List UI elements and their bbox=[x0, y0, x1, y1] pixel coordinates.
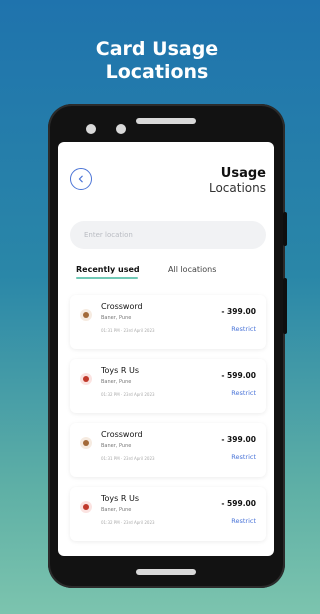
home-indicator bbox=[136, 569, 196, 575]
front-camera bbox=[86, 124, 96, 134]
restrict-button[interactable]: Restrict bbox=[231, 517, 256, 525]
page-subtitle: Locations bbox=[208, 181, 266, 195]
store-name: Toys R Us bbox=[101, 494, 139, 503]
store-location: Baner, Pune bbox=[101, 379, 132, 385]
tab-recently-used[interactable]: Recently used bbox=[76, 264, 140, 276]
store-name: Crossword bbox=[101, 302, 143, 311]
bookstore-icon bbox=[80, 309, 92, 321]
headline-line-2: Locations bbox=[105, 61, 209, 83]
bookstore-icon bbox=[80, 437, 92, 449]
store-location: Baner, Pune bbox=[101, 315, 132, 321]
restrict-button[interactable]: Restrict bbox=[231, 325, 256, 333]
toy-store-icon bbox=[80, 373, 92, 385]
app-screen: Usage Locations Recently used All locati… bbox=[58, 142, 274, 556]
earpiece-speaker bbox=[136, 118, 196, 124]
transaction-amount: - 599.00 bbox=[221, 499, 256, 508]
restrict-button[interactable]: Restrict bbox=[231, 453, 256, 461]
transaction-card[interactable]: Toys R Us Baner, Pune 01:32 PM · 23rd Apri… bbox=[70, 359, 266, 413]
store-name: Toys R Us bbox=[101, 366, 139, 375]
headline-line-1: Card Usage bbox=[95, 38, 219, 60]
transaction-datetime: 01:32 PM · 23rd April 2023 bbox=[101, 392, 155, 397]
power-button bbox=[283, 278, 287, 334]
transaction-amount: - 599.00 bbox=[221, 371, 256, 380]
transaction-amount: - 399.00 bbox=[221, 435, 256, 444]
transaction-card[interactable]: Toys R Us Baner, Pune 01:32 PM · 23rd Apri… bbox=[70, 487, 266, 541]
chevron-left-icon bbox=[78, 175, 83, 183]
transaction-datetime: 01:32 PM · 23rd April 2023 bbox=[101, 520, 155, 525]
tab-all-locations[interactable]: All locations bbox=[168, 264, 216, 276]
front-sensor bbox=[116, 124, 126, 134]
restrict-button[interactable]: Restrict bbox=[231, 389, 256, 397]
transaction-datetime: 01:31 PM · 23rd April 2023 bbox=[101, 328, 155, 333]
active-tab-indicator bbox=[76, 277, 138, 279]
transaction-amount: - 399.00 bbox=[221, 307, 256, 316]
store-location: Baner, Pune bbox=[101, 443, 132, 449]
location-search-input[interactable] bbox=[70, 221, 266, 249]
back-button[interactable] bbox=[70, 168, 92, 190]
transaction-datetime: 01:31 PM · 23rd April 2023 bbox=[101, 456, 155, 461]
page-title: Usage bbox=[220, 166, 266, 181]
volume-button bbox=[283, 212, 287, 246]
store-location: Baner, Pune bbox=[101, 507, 132, 513]
store-name: Crossword bbox=[101, 430, 143, 439]
transaction-card[interactable]: Crossword Baner, Pune 01:31 PM · 23rd Apri… bbox=[70, 295, 266, 349]
transaction-card[interactable]: Crossword Baner, Pune 01:31 PM · 23rd Apri… bbox=[70, 423, 266, 477]
promo-headline: Card Usage Locations bbox=[0, 38, 314, 84]
toy-store-icon bbox=[80, 501, 92, 513]
